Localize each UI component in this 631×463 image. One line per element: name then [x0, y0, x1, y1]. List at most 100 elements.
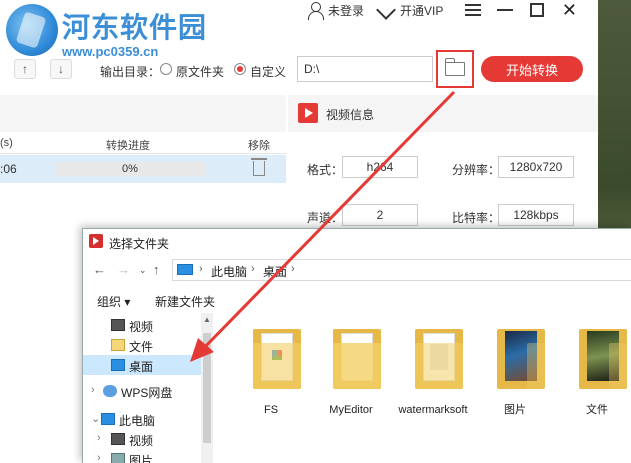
scroll-up-icon[interactable]: ▲ [203, 315, 211, 324]
output-path-input[interactable] [297, 56, 433, 82]
watermark-title: 河东软件园 [62, 11, 208, 44]
organize-button[interactable]: 组织 ▾ [97, 293, 130, 310]
arrow-down-icon: ↓ [58, 62, 64, 76]
login-link[interactable]: 未登录 [328, 2, 364, 19]
nav-scrollbar[interactable]: ▲ [201, 313, 213, 463]
maximize-icon [530, 3, 545, 17]
maximize-button[interactable] [521, 0, 553, 20]
video-folder-icon [111, 319, 125, 331]
list-item[interactable]: 图片 [475, 323, 555, 433]
nav-item-label: 此电脑 [119, 414, 156, 428]
nav-item-documents[interactable]: 文件 [83, 335, 201, 355]
up-arrow-icon[interactable]: ↑ [153, 262, 160, 277]
table-row[interactable]: :06 0% [0, 155, 286, 183]
expand-chevron-icon[interactable]: › [97, 432, 101, 444]
nav-item-wps-cloud[interactable]: › WPS网盘 [83, 381, 201, 401]
file-name: 文件 [586, 404, 608, 416]
watermark-logo-icon [6, 4, 58, 56]
bitrate-value: 128kbps [498, 204, 574, 226]
expand-chevron-icon[interactable]: › [91, 384, 95, 396]
start-convert-button[interactable]: 开始转换 [481, 56, 583, 82]
nav-item-videos[interactable]: 视频 [83, 315, 201, 335]
close-button[interactable]: ✕ [553, 0, 585, 20]
nav-item-label: 图片 [129, 454, 154, 463]
progress-bar: 0% [55, 162, 205, 176]
minimize-button[interactable] [489, 0, 521, 20]
list-item[interactable]: 文件 [557, 323, 631, 433]
nav-item-pc-pictures[interactable]: › 图片 [83, 449, 201, 463]
column-duration: (s) [0, 137, 13, 149]
back-arrow-icon[interactable]: ← [93, 262, 106, 277]
dialog-navbar: ← → ⌄ ↑ › 此电脑 › 桌面 › [83, 255, 631, 285]
file-name: MyEditor [329, 404, 373, 416]
app-icon [89, 234, 103, 248]
titlebar-controls: 未登录 开通VIP ✕ [306, 0, 585, 20]
folder-icon [333, 329, 381, 389]
nav-item-pc-videos[interactable]: › 视频 [83, 429, 201, 449]
picture-folder-icon [579, 329, 627, 389]
trash-icon[interactable] [251, 158, 267, 176]
breadcrumb-separator: › [199, 263, 203, 275]
breadcrumb-desktop[interactable]: 桌面 [263, 263, 287, 280]
file-list-header [0, 95, 286, 132]
move-down-button[interactable]: ↓ [50, 59, 72, 79]
channel-value: 2 [342, 204, 418, 226]
resolution-label: 分辨率： [452, 163, 501, 177]
expand-chevron-icon[interactable]: › [97, 452, 101, 463]
nav-item-desktop[interactable]: 桌面 [83, 355, 201, 375]
picture-folder-icon [497, 329, 545, 389]
minimize-icon [497, 9, 514, 11]
column-progress: 转换进度 [106, 140, 150, 152]
nav-item-label: 桌面 [129, 360, 154, 374]
close-icon: ✕ [561, 0, 577, 20]
list-item[interactable]: FS [231, 323, 311, 433]
menu-button[interactable] [457, 0, 489, 20]
radio-source-label[interactable]: 原文件夹 [176, 63, 224, 80]
dialog-title: 选择文件夹 [109, 237, 170, 251]
folder-icon [253, 329, 301, 389]
document-folder-icon [111, 339, 125, 351]
vip-link[interactable]: 开通VIP [400, 2, 443, 19]
forward-arrow-icon[interactable]: → [117, 262, 130, 277]
list-item[interactable]: MyEditor [311, 323, 391, 433]
collapse-chevron-icon[interactable]: ⌄ [91, 412, 100, 425]
dialog-titlebar: 选择文件夹 [83, 229, 631, 253]
nav-item-label: 视频 [129, 320, 154, 334]
scrollbar-thumb[interactable] [203, 333, 211, 443]
radio-custom[interactable] [234, 63, 246, 75]
vip-icon[interactable] [378, 2, 396, 18]
file-list-columns: (s) 转换进度 移除 [0, 132, 286, 154]
navigation-pane: 视频 文件 桌面 › WPS网盘 ⌄ 此电脑 › 视频 › 图片 [83, 313, 217, 463]
dialog-commandbar: 组织 ▾ 新建文件夹 [83, 289, 631, 311]
browse-folder-button[interactable] [436, 50, 474, 88]
picture-folder-icon [111, 453, 125, 463]
bitrate-label: 比特率： [452, 211, 501, 225]
video-icon [298, 103, 318, 123]
column-remove: 移除 [248, 140, 270, 152]
row-duration: :06 [0, 162, 17, 176]
cloud-icon [103, 385, 117, 397]
list-item[interactable]: watermarksoft [393, 323, 473, 433]
desktop-icon [111, 359, 125, 371]
breadcrumb-this-pc[interactable]: 此电脑 [211, 263, 247, 280]
breadcrumb-separator: › [291, 263, 295, 275]
output-toolbar: ↑ ↓ 输出目录： 原文件夹 自定义 开始转换 [0, 50, 598, 90]
nav-item-label: 视频 [129, 434, 154, 448]
user-icon[interactable] [306, 1, 324, 20]
radio-source-folder[interactable] [160, 63, 172, 75]
open-folder-icon [444, 58, 465, 76]
arrow-up-icon: ↑ [22, 62, 28, 76]
video-info-title: 视频信息 [326, 108, 375, 122]
nav-item-this-pc[interactable]: ⌄ 此电脑 [83, 409, 201, 429]
new-folder-button[interactable]: 新建文件夹 [155, 293, 215, 310]
address-bar[interactable]: › 此电脑 › 桌面 › [172, 259, 631, 281]
move-up-button[interactable]: ↑ [14, 59, 36, 79]
video-folder-icon [111, 433, 125, 445]
recent-chevron-icon[interactable]: ⌄ [139, 265, 147, 276]
progress-text: 0% [122, 163, 138, 175]
nav-item-label: 文件 [129, 340, 154, 354]
channel-label: 声道： [307, 211, 344, 225]
radio-custom-label[interactable]: 自定义 [250, 63, 286, 80]
file-name: 图片 [504, 404, 526, 416]
file-name: watermarksoft [398, 404, 468, 416]
